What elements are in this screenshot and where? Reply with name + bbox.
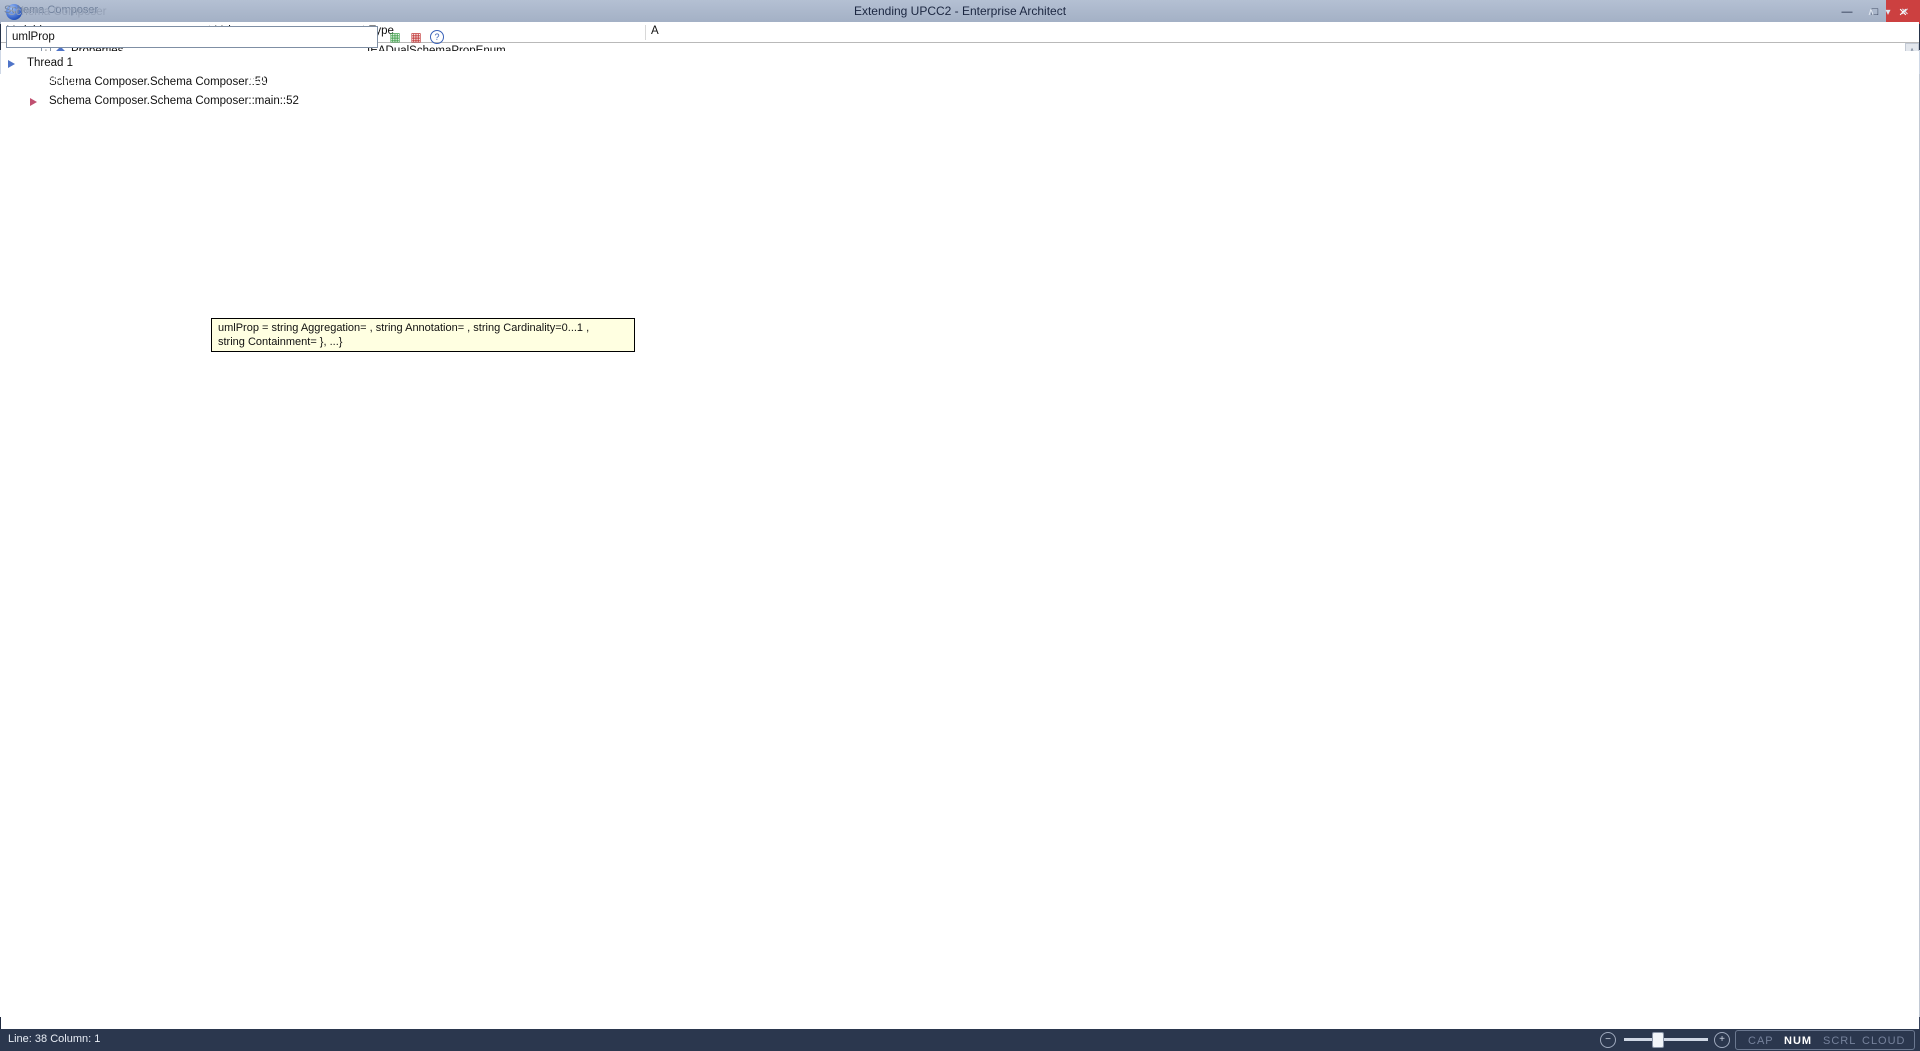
stack-arrow-icon	[30, 98, 37, 106]
stack-frame[interactable]: Schema Composer.Schema Composer::main::5…	[1, 93, 1919, 112]
tooltip-line1: umlProp = string Aggregation= , string A…	[218, 321, 628, 335]
keyboard-indicator-group: CAP NUM SCRL CLOUD	[1735, 1030, 1915, 1050]
stack-frame[interactable]: Thread 1	[1, 55, 1919, 74]
stack-frame-label: Schema Composer.Schema Composer::main::5…	[49, 95, 299, 107]
add-watch-icon[interactable]: ▦	[386, 28, 404, 46]
delete-watch-icon[interactable]: ▦	[407, 28, 425, 46]
help-icon[interactable]: ?	[428, 28, 446, 46]
stack-frame-label: Thread 1	[27, 57, 73, 69]
zoom-slider-thumb[interactable]	[1652, 1032, 1664, 1048]
stack-arrow-icon	[8, 60, 15, 68]
debug-value-tooltip: umlProp = string Aggregation= , string A…	[211, 318, 635, 352]
close-icon[interactable]: ✕	[1898, 4, 1912, 20]
indicator-cloud: CLOUD	[1862, 1035, 1906, 1047]
chevron-down-icon[interactable]: ▾	[1881, 4, 1895, 20]
application-window: Extending UPCC2 - Enterprise Architect —…	[0, 0, 1920, 1051]
zoom-in-icon[interactable]: +	[1714, 1032, 1730, 1048]
watches-toolbar: ▦▦?	[382, 26, 450, 48]
indicator-scrl: SCRL	[1823, 1035, 1856, 1047]
editor-title-bar: Schema Composer ∧ ▾ ✕	[0, 0, 1920, 24]
column-header-a[interactable]: A	[651, 25, 659, 37]
zoom-out-icon[interactable]: −	[1600, 1032, 1616, 1048]
watch-expression-input[interactable]: umlProp	[6, 26, 378, 48]
editor-panel-title: Schema Composer	[8, 6, 106, 18]
variable-type: IEADualSchemaPropEnum	[248, 75, 372, 87]
indicator-num: NUM	[1784, 1035, 1812, 1047]
collapse-up-icon[interactable]: ∧	[1864, 4, 1878, 20]
call-stack-list: Thread 1 Schema Composer.Schema Composer:…	[1, 51, 1919, 1050]
tooltip-line2: string Containment= }, ...}	[218, 335, 628, 349]
indicator-cap: CAP	[1748, 1035, 1774, 1047]
caret-position: Line: 38 Column: 1	[8, 1033, 100, 1045]
watch-expression-value: umlProp	[12, 31, 55, 43]
zoom-slider-track[interactable]	[1624, 1038, 1708, 1041]
status-bar: Line: 38 Column: 1 − + CAP NUM SCRL CLOUD	[0, 1029, 1920, 1051]
